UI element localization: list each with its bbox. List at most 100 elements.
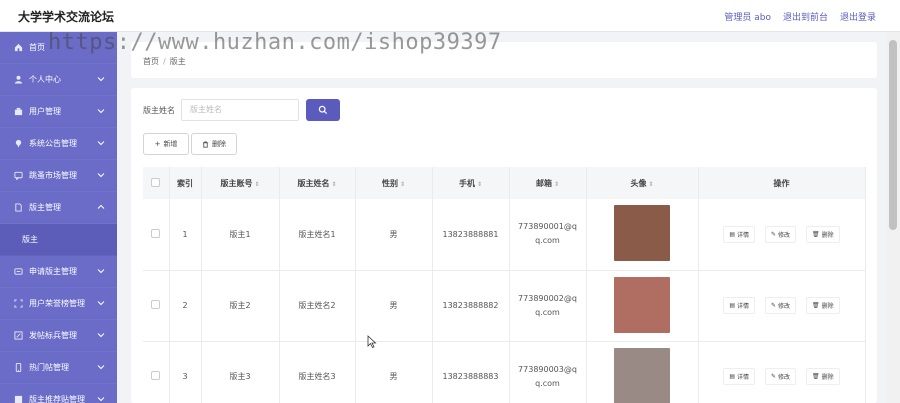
sidebar-item-top-poster-manage[interactable]: 发帖标兵管理 bbox=[0, 320, 117, 352]
delete-button[interactable]: 🗑 删除 bbox=[806, 225, 840, 243]
sidebar-item-recommended-post-manage[interactable]: 版主推荐贴管理 bbox=[0, 384, 117, 403]
chevron-up-icon bbox=[97, 204, 105, 209]
avatar[interactable] bbox=[614, 276, 670, 333]
chevron-down-icon bbox=[97, 173, 105, 178]
cell-account: 版主3 bbox=[201, 341, 280, 403]
cell-actions: ▤ 详情 ✎ 修改 🗑 删除 bbox=[698, 341, 866, 403]
search-input[interactable]: 版主姓名 bbox=[181, 99, 299, 121]
sidebar-item-label: 申请版主管理 bbox=[29, 267, 77, 276]
sort-icon[interactable]: ⇕ bbox=[254, 181, 259, 188]
cell-avatar bbox=[586, 341, 699, 403]
sidebar-item-label: 发帖标兵管理 bbox=[29, 331, 77, 340]
avatar[interactable] bbox=[614, 205, 670, 262]
row-checkbox[interactable] bbox=[151, 371, 161, 380]
sidebar-item-label: 用户管理 bbox=[29, 107, 61, 116]
sidebar-item-label: 系统公告管理 bbox=[29, 139, 77, 148]
sidebar-item-label: 版主 bbox=[22, 235, 38, 244]
delete-button[interactable]: 🗑 删除 bbox=[806, 297, 840, 314]
column-header-phone[interactable]: 手机 ⇕ bbox=[432, 167, 510, 199]
row-checkbox[interactable] bbox=[151, 300, 161, 309]
document-icon bbox=[13, 203, 23, 213]
sort-icon[interactable]: ⇕ bbox=[554, 181, 559, 188]
sort-icon[interactable]: ⇕ bbox=[477, 181, 482, 188]
cell-name: 版主姓名2 bbox=[279, 270, 356, 342]
detail-button[interactable]: ▤ 详情 bbox=[723, 297, 755, 314]
top-links: 管理员 abo 退出到前台 退出登录 bbox=[724, 10, 876, 23]
logout-link[interactable]: 退出登录 bbox=[840, 10, 876, 23]
user-icon bbox=[13, 75, 23, 85]
breadcrumb-home[interactable]: 首页 bbox=[143, 57, 159, 66]
sidebar-item-label: 版主管理 bbox=[29, 203, 61, 212]
sidebar-item-announcement-manage[interactable]: 系统公告管理 bbox=[0, 128, 117, 160]
cell-gender: 男 bbox=[355, 199, 433, 271]
row-checkbox[interactable] bbox=[151, 228, 161, 238]
chevron-down-icon bbox=[97, 269, 105, 274]
avatar[interactable] bbox=[614, 347, 670, 403]
edit-button[interactable]: ✎ 修改 bbox=[765, 225, 797, 243]
sort-icon[interactable]: ⇕ bbox=[648, 181, 653, 188]
pin-icon bbox=[13, 139, 23, 149]
column-header-select[interactable] bbox=[143, 167, 170, 199]
column-header-avatar[interactable]: 头像 ⇕ bbox=[586, 167, 699, 199]
search-button[interactable] bbox=[306, 99, 340, 121]
column-header-email[interactable]: 邮箱 ⇕ bbox=[509, 167, 587, 199]
column-header-name[interactable]: 版主姓名 ⇕ bbox=[279, 167, 356, 199]
batch-delete-button[interactable]: 删除 bbox=[191, 133, 237, 155]
row-select-cell[interactable] bbox=[143, 270, 170, 342]
sort-icon[interactable]: ⇕ bbox=[331, 181, 336, 188]
cell-avatar bbox=[586, 199, 699, 271]
breadcrumb-current: 版主 bbox=[169, 57, 186, 66]
cell-email: 773890002@qq.com bbox=[509, 270, 587, 342]
home-icon bbox=[13, 43, 23, 53]
search-label: 版主姓名 bbox=[143, 106, 175, 115]
cell-actions: ▤ 详情 ✎ 修改 🗑 删除 bbox=[698, 199, 866, 271]
sidebar-item-home[interactable]: 首页 bbox=[0, 32, 117, 64]
app-title: 大学学术交流论坛 bbox=[18, 10, 115, 24]
column-header-account[interactable]: 版主账号 ⇕ bbox=[201, 167, 280, 199]
edit-button[interactable]: ✎ 修改 bbox=[765, 297, 797, 314]
detail-icon: ▤ bbox=[729, 302, 735, 309]
cell-gender: 男 bbox=[355, 341, 433, 403]
exit-to-front-link[interactable]: 退出到前台 bbox=[783, 10, 828, 23]
sidebar-item-personal-center[interactable]: 个人中心 bbox=[0, 64, 117, 96]
table-row: 1 版主1 版主姓名1 男 13823888881 773890001@qq.com ▤ 详情… bbox=[143, 199, 866, 271]
sidebar-item-user-manage[interactable]: 用户管理 bbox=[0, 96, 117, 128]
breadcrumb: 首页 / 版主 bbox=[143, 57, 186, 66]
sort-icon[interactable]: ⇕ bbox=[400, 181, 405, 188]
column-header-gender[interactable]: 性别 ⇕ bbox=[355, 167, 433, 199]
main-panel: 版主姓名 版主姓名 + 新增 删除 索引 版主账号 ⇕ 版主姓名 ⇕ 性别 ⇕ 手机 ⇕… bbox=[131, 88, 877, 403]
sidebar-subitem-moderator[interactable]: 版主 bbox=[0, 224, 117, 256]
vertical-scrollbar[interactable] bbox=[886, 32, 900, 403]
cell-email: 773890003@qq.com bbox=[509, 341, 587, 403]
add-button[interactable]: + 新增 bbox=[143, 133, 189, 155]
sidebar-item-label: 首页 bbox=[29, 43, 45, 52]
sidebar-item-flea-market-manage[interactable]: 跳蚤市场管理 bbox=[0, 160, 117, 192]
detail-button[interactable]: ▤ 详情 bbox=[723, 225, 755, 243]
column-header-actions: 操作 bbox=[698, 167, 866, 199]
edit-icon: ✎ bbox=[771, 373, 777, 380]
select-all-checkbox[interactable] bbox=[151, 177, 161, 187]
chevron-down-icon bbox=[97, 365, 105, 370]
sidebar-item-apply-moderator-manage[interactable]: 申请版主管理 bbox=[0, 256, 117, 288]
cell-account: 版主1 bbox=[201, 199, 280, 271]
delete-button[interactable]: 🗑 删除 bbox=[806, 368, 840, 385]
table-row: 2 版主2 版主姓名2 男 13823888882 773890002@qq.com ▤ 详情… bbox=[143, 270, 866, 342]
row-select-cell[interactable] bbox=[143, 341, 170, 403]
delete-button-label: 删除 bbox=[212, 140, 226, 148]
scrollbar-thumb[interactable] bbox=[889, 40, 897, 230]
sidebar-item-moderator-manage[interactable]: 版主管理 bbox=[0, 192, 117, 224]
admin-user-link[interactable]: 管理员 abo bbox=[724, 10, 771, 23]
sidebar-item-hot-post-manage[interactable]: 热门帖管理 bbox=[0, 352, 117, 384]
sidebar-item-honor-board-manage[interactable]: 用户荣誉榜管理 bbox=[0, 288, 117, 320]
search-icon bbox=[318, 105, 328, 115]
top-bar: 大学学术交流论坛 管理员 abo 退出到前台 退出登录 bbox=[0, 0, 900, 32]
row-select-cell[interactable] bbox=[143, 199, 170, 271]
cell-name: 版主姓名1 bbox=[279, 199, 356, 271]
edit-button[interactable]: ✎ 修改 bbox=[765, 368, 797, 385]
cell-email: 773890001@qq.com bbox=[509, 199, 587, 271]
sidebar-item-label: 用户荣誉榜管理 bbox=[29, 299, 85, 308]
detail-button[interactable]: ▤ 详情 bbox=[723, 368, 755, 385]
chevron-down-icon bbox=[97, 301, 105, 306]
trash-icon: 🗑 bbox=[812, 373, 820, 380]
detail-icon: ▤ bbox=[729, 373, 735, 380]
